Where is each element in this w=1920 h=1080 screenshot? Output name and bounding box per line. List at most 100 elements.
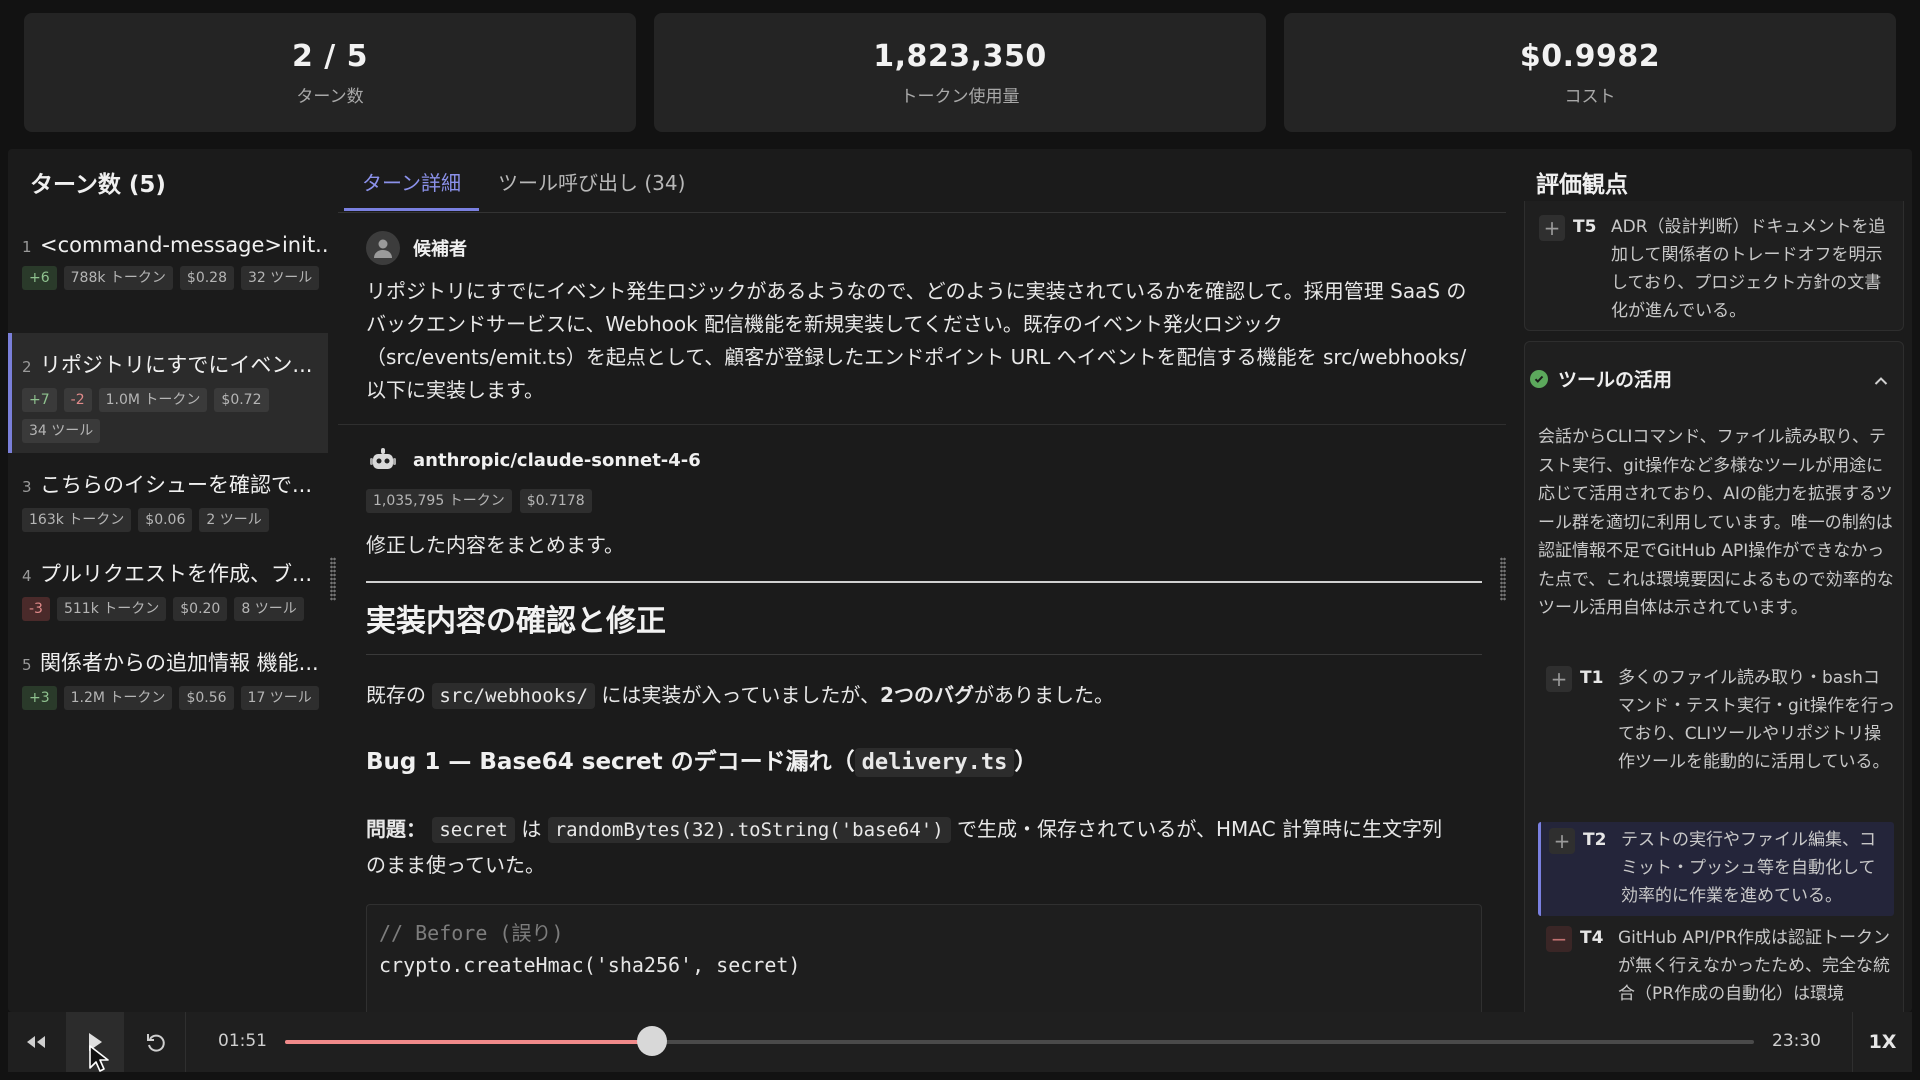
bold-text: 問題：	[366, 817, 426, 841]
token-badge: 1.0M トークン	[98, 388, 208, 412]
cost-badge: $0.56	[179, 686, 234, 710]
section-title: ツールの活用	[1558, 369, 1673, 391]
turn-item-5[interactable]: 5 関係者からの追加情報 機能... +3 1.2M トークン $0.56 17…	[8, 647, 328, 710]
minus-icon: −	[1546, 926, 1572, 952]
bug-heading: Bug 1 — Base64 secret のデコード漏れ（ delivery.t…	[366, 742, 1038, 777]
token-badge: 511k トークン	[56, 597, 167, 621]
playback-bar: 01:51 23:30 1X	[8, 1012, 1912, 1072]
inline-code: randomBytes(32).toString('base64')	[547, 817, 951, 843]
tool-count-badge: 2 ツール	[199, 508, 269, 532]
section-description: 会話からCLIコマンド、ファイル読み取り、テスト実行、git操作など多様なツール…	[1538, 427, 1894, 618]
chevron-up-icon[interactable]	[1874, 371, 1888, 390]
tab-tool-calls[interactable]: ツール呼び出し (34)	[498, 167, 685, 208]
code-comment: // Before (誤り)	[379, 921, 564, 945]
speed-button[interactable]: 1X	[1852, 1012, 1912, 1072]
turn-item-1[interactable]: 1 <command-message>init... +6 788k トークン …	[8, 233, 328, 290]
message-divider	[338, 424, 1506, 425]
turn-detail-panel: ターン詳細 ツール呼び出し (34) 候補者 リポジトリにすでにイベント発生ロジ…	[338, 149, 1506, 1012]
cost-badge: $0.06	[138, 508, 193, 532]
text: 既存の	[366, 683, 433, 707]
turn-title: プルリクエストを作成、ブ...	[40, 562, 313, 586]
turn-item-3[interactable]: 3 こちらのイシューを確認で... 163k トークン $0.06 2 ツール	[8, 469, 328, 532]
removed-count-badge: -2	[63, 388, 92, 412]
text: がありました。	[973, 683, 1114, 707]
response-meta: 1,035,795 トークン $0.7178	[366, 489, 592, 513]
stat-cost: $0.9982 コスト	[1284, 13, 1896, 132]
plus-icon: +	[1549, 828, 1575, 854]
user-avatar-icon	[366, 231, 400, 265]
criterion-t5: + T5 ADR（設計判断）ドキュメントを追加して関係者のトレードオフを明示して…	[1539, 213, 1889, 325]
text: は	[515, 817, 548, 841]
response-paragraph-1: 既存の src/webhooks/ には実装が入っていましたが、2つのバグがあり…	[366, 678, 1114, 714]
response-heading: 実装内容の確認と修正	[366, 604, 666, 639]
tools-section-header[interactable]: ツールの活用	[1530, 365, 1672, 392]
criterion-text: 多くのファイル読み取り・bashコマンド・テスト実行・git操作を行っており、C…	[1618, 668, 1896, 772]
tool-count-badge: 17 ツール	[240, 686, 319, 710]
criterion-id: T1	[1580, 668, 1604, 688]
restart-button[interactable]	[126, 1012, 186, 1072]
text: のまま使っていた。	[366, 853, 545, 877]
restart-icon	[146, 1034, 165, 1052]
added-count-badge: +7	[22, 388, 57, 412]
cost-badge: $0.28	[179, 266, 235, 290]
heading-underline	[366, 654, 1482, 655]
tool-count-badge: 8 ツール	[234, 597, 304, 621]
markdown-rule	[366, 581, 1482, 583]
mouse-cursor-icon	[89, 1045, 109, 1072]
code-block: // Before (誤り) crypto.createHmac('sha256…	[366, 904, 1482, 1012]
rewind-icon	[27, 1036, 45, 1048]
response-header: anthropic/claude-sonnet-4-6	[366, 443, 701, 477]
turn-number: 4	[22, 567, 32, 585]
tool-count-badge: 34 ツール	[22, 419, 101, 443]
stat-turns-label: ターン数	[296, 86, 364, 107]
criterion-t4: − T4 GitHub API/PR作成は認証トークンが無く行えなかったため、完…	[1546, 924, 1896, 1008]
left-resize-handle[interactable]	[330, 557, 336, 601]
criterion-t1: + T1 多くのファイル読み取り・bashコマンド・テスト実行・git操作を行っ…	[1546, 664, 1896, 776]
token-badge: 1.2M トークン	[63, 686, 173, 710]
progress-fill	[285, 1040, 653, 1044]
added-count-badge: +3	[22, 686, 57, 710]
turn-number: 5	[22, 656, 32, 674]
stat-tokens-label: トークン使用量	[900, 86, 1020, 107]
cost-badge: $0.7178	[519, 489, 592, 513]
evaluation-title: 評価観点	[1536, 172, 1628, 198]
criterion-text: ADR（設計判断）ドキュメントを追加して関係者のトレードオフを明示しており、プロ…	[1611, 217, 1886, 321]
turn-item-2[interactable]: 2 リポジトリにすでにイベン... +7 -2 1.0M トークン $0.72 …	[8, 333, 328, 453]
prompt-text: リポジトリにすでにイベント発生ロジックがあるようなので、どのように実装されている…	[366, 279, 1467, 402]
rewind-button[interactable]	[8, 1012, 64, 1072]
removed-count-badge: -3	[22, 597, 50, 621]
current-time: 01:51	[218, 1031, 267, 1051]
text: ）	[1014, 749, 1038, 775]
criterion-id: T5	[1573, 217, 1597, 237]
turn-number: 3	[22, 478, 32, 496]
turn-sidebar: ターン数 (5) 1 <command-message>init... +6 7…	[8, 149, 328, 1012]
evaluation-panel: 評価観点 + T5 ADR（設計判断）ドキュメントを追加して関係者のトレードオフ…	[1516, 149, 1912, 1012]
inline-code: secret	[432, 817, 515, 843]
added-count-badge: +6	[22, 266, 57, 290]
tab-turn-detail[interactable]: ターン詳細	[344, 167, 479, 211]
detail-tabs: ターン詳細 ツール呼び出し (34)	[338, 149, 1506, 213]
turn-number: 1	[22, 238, 32, 256]
main-panel: ターン数 (5) 1 <command-message>init... +6 7…	[8, 149, 1912, 1012]
right-resize-handle[interactable]	[1500, 557, 1506, 601]
cost-badge: $0.20	[173, 597, 228, 621]
stat-cost-value: $0.9982	[1519, 38, 1661, 74]
progress-track[interactable]	[285, 1026, 1754, 1056]
cost-badge: $0.72	[214, 388, 269, 412]
criterion-id: T2	[1583, 830, 1607, 850]
criterion-text: GitHub API/PR作成は認証トークンが無く行えなかったため、完全な統合（…	[1618, 928, 1890, 1004]
turn-title: こちらのイシューを確認で...	[40, 473, 313, 497]
turn-item-4[interactable]: 4 プルリクエストを作成、ブ... -3 511k トークン $0.20 8 ツ…	[8, 558, 328, 621]
prompt-header: 候補者	[366, 231, 467, 265]
criterion-id: T4	[1580, 928, 1604, 948]
criterion-t2[interactable]: + T2 テストの実行やファイル編集、コミット・プッシュ等を自動化して効率的に作…	[1538, 822, 1894, 916]
inline-code: src/webhooks/	[432, 683, 596, 709]
response-paragraph-2: 問題： secret は randomBytes(32).toString('b…	[366, 812, 1442, 883]
stats-bar: 2 / 5 ターン数 1,823,350 トークン使用量 $0.9982 コスト	[24, 13, 1896, 132]
token-badge: 788k トークン	[63, 266, 173, 290]
criteria-card-design: + T5 ADR（設計判断）ドキュメントを追加して関係者のトレードオフを明示して…	[1524, 201, 1904, 331]
text: Bug 1 — Base64 secret のデコード漏れ（	[366, 749, 855, 775]
total-time: 23:30	[1772, 1031, 1821, 1051]
tool-count-badge: 32 ツール	[241, 266, 320, 290]
progress-knob[interactable]	[637, 1026, 668, 1056]
